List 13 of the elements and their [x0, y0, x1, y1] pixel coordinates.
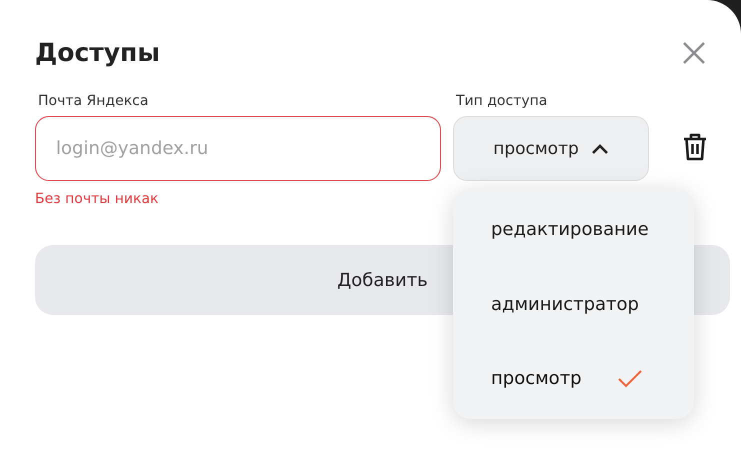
close-button[interactable]	[682, 40, 706, 64]
close-icon	[682, 40, 706, 64]
field-label: Почта Яндекса	[38, 93, 150, 110]
access-type-dropdown[interactable]: просмотр	[453, 116, 649, 181]
field-label: Тип доступа	[456, 93, 548, 110]
dialog-title: Доступы	[35, 38, 160, 67]
checkmark-icon	[618, 370, 642, 388]
trash-icon	[683, 133, 707, 161]
menu-option[interactable]: просмотр	[453, 356, 694, 401]
email-field[interactable]: login@yandex.ru	[35, 116, 441, 181]
delete-button[interactable]	[683, 133, 707, 161]
chevron-icon	[590, 142, 609, 154]
error-message: Без почты никак	[35, 191, 160, 207]
